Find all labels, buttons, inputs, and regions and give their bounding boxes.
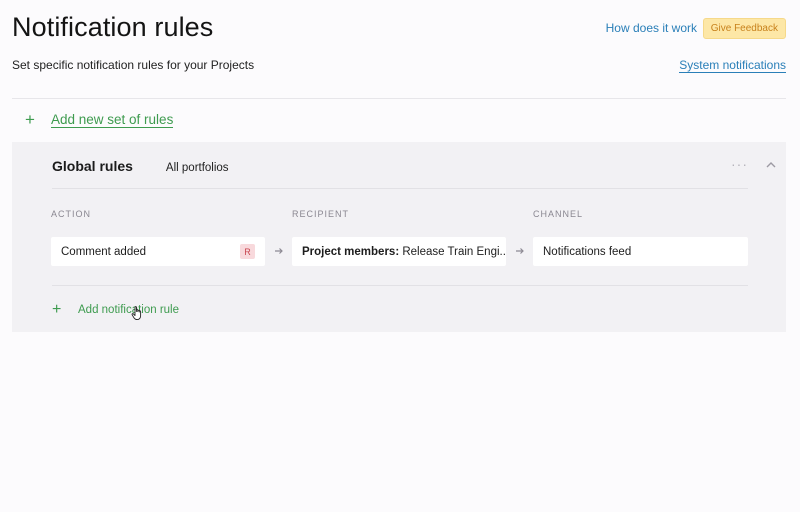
add-notification-rule-label: Add notification rule <box>78 304 180 316</box>
page-subtitle: Set specific notification rules for your… <box>12 58 255 72</box>
rule-set-header: Global rules All portfolios <box>52 158 229 174</box>
recipient-prefix: Project members: <box>302 245 400 258</box>
action-badge: R <box>240 244 255 259</box>
system-notifications-link[interactable]: System notifications <box>679 58 786 73</box>
recipient-value: Release Train Engi... <box>399 245 506 258</box>
add-rule-set-label: Add new set of rules <box>51 112 174 128</box>
chevron-up-icon[interactable] <box>766 161 776 169</box>
give-feedback-button[interactable]: Give Feedback <box>702 18 786 39</box>
rule-action-cell[interactable]: Comment added R <box>51 237 265 266</box>
rule-set-panel: Global rules All portfolios ··· ACTION R… <box>12 142 786 332</box>
arrow-right-icon <box>515 246 525 256</box>
header-divider <box>12 98 786 99</box>
rule-action-label: Comment added <box>61 245 147 258</box>
panel-divider <box>52 285 748 286</box>
rule-recipient-cell[interactable]: Project members: Release Train Engi... <box>292 237 506 266</box>
plus-icon: + <box>52 301 62 318</box>
column-header-action: ACTION <box>51 209 92 219</box>
add-rule-set-button[interactable]: + Add new set of rules <box>25 110 174 129</box>
rule-set-scope: All portfolios <box>165 162 229 174</box>
rule-channel-label: Notifications feed <box>543 245 632 258</box>
panel-divider <box>52 188 748 189</box>
hand-cursor-icon <box>131 305 145 321</box>
rule-channel-cell[interactable]: Notifications feed <box>533 237 748 266</box>
how-it-works-link[interactable]: How does it work <box>606 21 697 35</box>
arrow-right-icon <box>274 246 284 256</box>
column-header-recipient: RECIPIENT <box>292 209 350 219</box>
rule-set-title: Global rules <box>52 158 133 174</box>
page-title: Notification rules <box>12 12 214 42</box>
column-header-channel: CHANNEL <box>533 209 584 219</box>
add-notification-rule-button[interactable]: + Add notification rule <box>52 302 179 318</box>
more-horizontal-icon[interactable]: ··· <box>731 156 748 172</box>
plus-icon: + <box>25 110 35 129</box>
